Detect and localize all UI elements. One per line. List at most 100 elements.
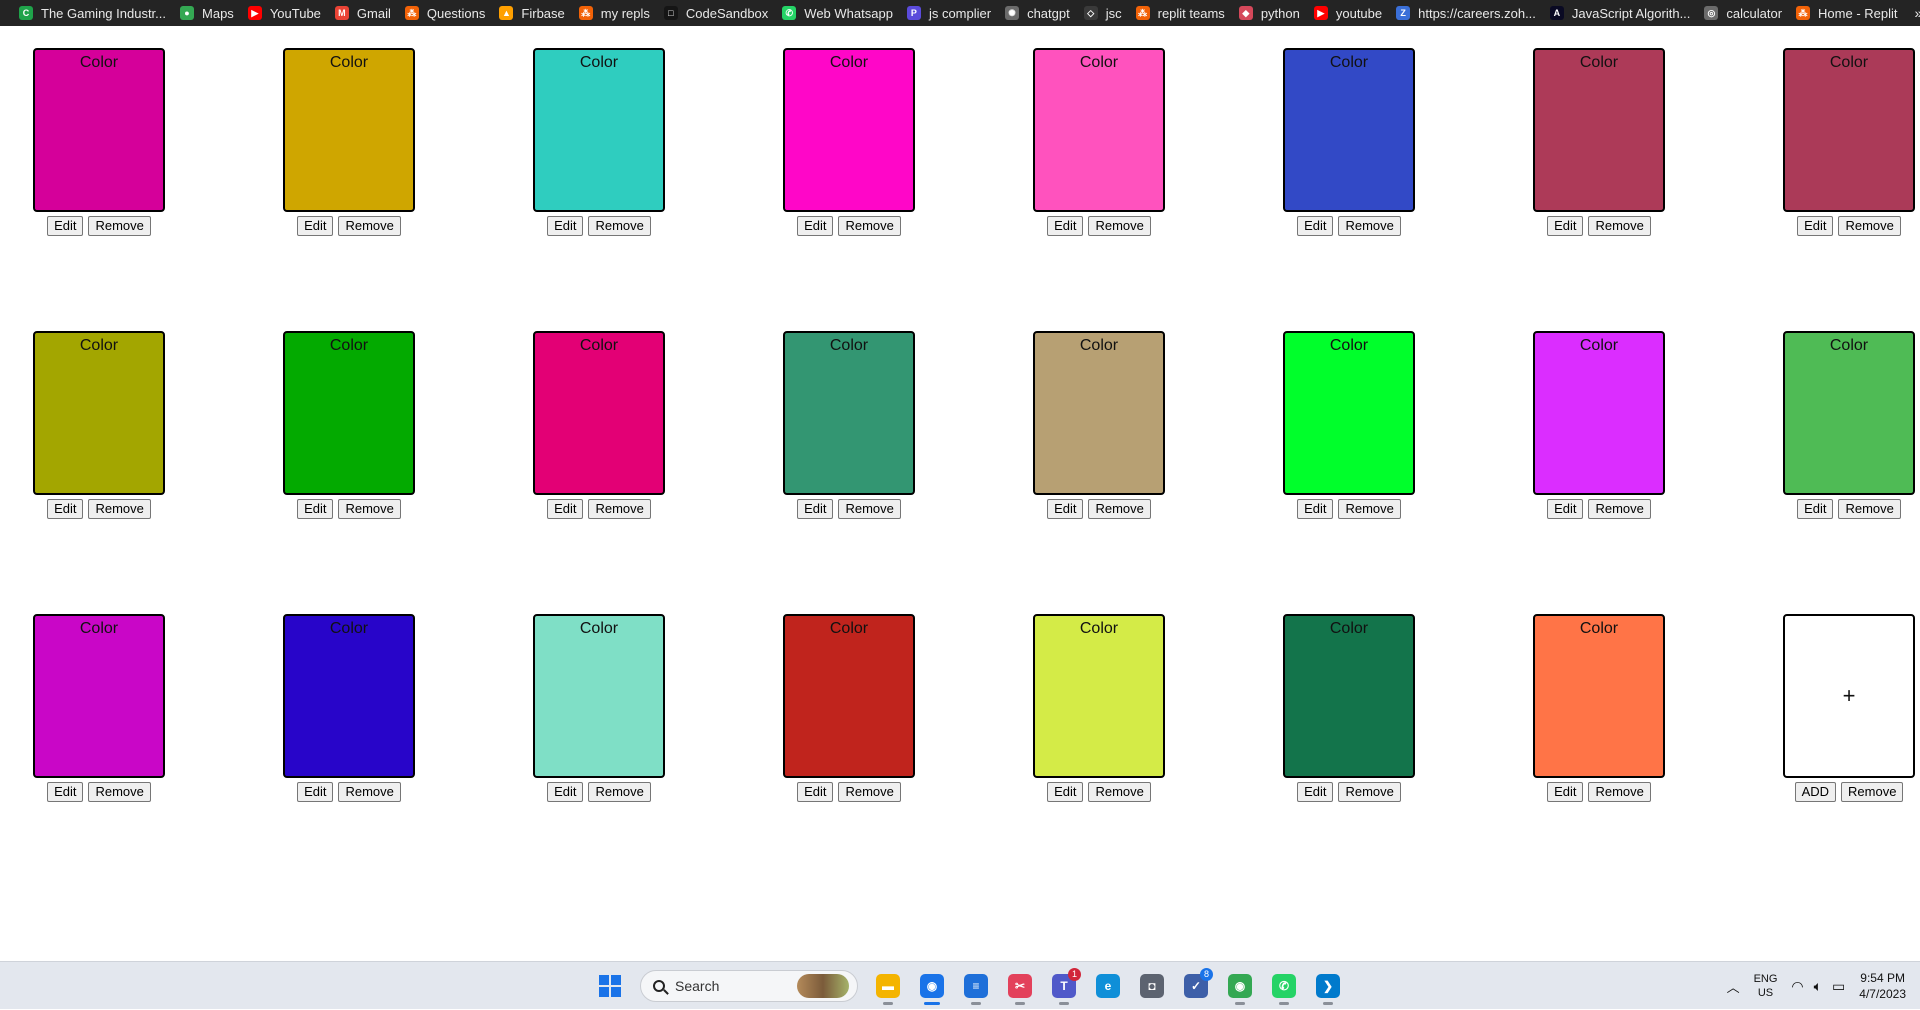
bookmark-item[interactable]: M Gmail — [328, 0, 398, 26]
remove-button[interactable]: Remove — [1338, 782, 1401, 802]
remove-button[interactable]: Remove — [1588, 782, 1651, 802]
color-swatch[interactable]: Color — [1283, 331, 1415, 495]
remove-button[interactable]: Remove — [1088, 499, 1151, 519]
add-color-swatch[interactable]: + — [1783, 614, 1915, 778]
remove-button[interactable]: Remove — [88, 782, 151, 802]
bookmark-item[interactable]: ⁂ Home - Replit — [1789, 0, 1904, 26]
taskbar-app-edge[interactable]: e — [1088, 966, 1128, 1006]
taskbar-app-todo[interactable]: ✓ 8 — [1176, 966, 1216, 1006]
remove-button[interactable]: Remove — [588, 499, 651, 519]
bookmark-item[interactable]: ▶ youtube — [1307, 0, 1389, 26]
edit-button[interactable]: Edit — [1797, 216, 1834, 236]
edit-button[interactable]: Edit — [1047, 782, 1084, 802]
remove-button[interactable]: Remove — [1838, 216, 1901, 236]
edit-button[interactable]: Edit — [547, 782, 584, 802]
edit-button[interactable]: Edit — [297, 499, 334, 519]
remove-button[interactable]: Remove — [338, 216, 401, 236]
bookmark-item[interactable]: ▶ YouTube — [241, 0, 328, 26]
remove-button[interactable]: Remove — [838, 499, 901, 519]
bookmark-item[interactable]: ● Maps — [173, 0, 241, 26]
edit-button[interactable]: Edit — [1047, 216, 1084, 236]
edit-button[interactable]: Edit — [547, 216, 584, 236]
taskbar-app-camera[interactable]: ◘ — [1132, 966, 1172, 1006]
edit-button[interactable]: Edit — [797, 216, 834, 236]
bookmark-item[interactable]: C The Gaming Industr... — [12, 0, 173, 26]
bookmark-item[interactable]: ◆ python — [1232, 0, 1307, 26]
color-swatch[interactable]: Color — [533, 331, 665, 495]
color-swatch[interactable]: Color — [783, 331, 915, 495]
remove-button[interactable]: Remove — [1088, 782, 1151, 802]
remove-button[interactable]: Remove — [88, 499, 151, 519]
remove-button[interactable]: Remove — [1588, 216, 1651, 236]
color-swatch[interactable]: Color — [1533, 331, 1665, 495]
remove-button[interactable]: Remove — [1338, 499, 1401, 519]
bookmark-item[interactable]: ▲ Firbase — [492, 0, 571, 26]
edit-button[interactable]: Edit — [1547, 499, 1584, 519]
edit-button[interactable]: Edit — [47, 782, 84, 802]
color-swatch[interactable]: Color — [283, 48, 415, 212]
edit-button[interactable]: Edit — [297, 216, 334, 236]
bookmark-item[interactable]: A JavaScript Algorith... — [1543, 0, 1698, 26]
remove-button[interactable]: Remove — [838, 216, 901, 236]
color-swatch[interactable]: Color — [1783, 48, 1915, 212]
remove-button[interactable]: Remove — [338, 499, 401, 519]
remove-button[interactable]: Remove — [588, 216, 651, 236]
edit-button[interactable]: Edit — [797, 499, 834, 519]
edit-button[interactable]: Edit — [297, 782, 334, 802]
color-swatch[interactable]: Color — [533, 48, 665, 212]
taskbar-app-snipping-tool[interactable]: ✂ — [1000, 966, 1040, 1006]
remove-button[interactable]: Remove — [1338, 216, 1401, 236]
taskbar-app-vscode[interactable]: ❯ — [1308, 966, 1348, 1006]
edit-button[interactable]: Edit — [1297, 216, 1334, 236]
edit-button[interactable]: Edit — [1297, 782, 1334, 802]
color-swatch[interactable]: Color — [33, 48, 165, 212]
edit-button[interactable]: Edit — [47, 499, 84, 519]
edit-button[interactable]: Edit — [47, 216, 84, 236]
edit-button[interactable]: Edit — [1047, 499, 1084, 519]
bookmark-item[interactable]: ⁂ Questions — [398, 0, 493, 26]
remove-button[interactable]: Remove — [1088, 216, 1151, 236]
taskbar-app-teams[interactable]: T1 — [1044, 966, 1084, 1006]
color-swatch[interactable]: Color — [283, 331, 415, 495]
taskbar-app-notepad[interactable]: ≡ — [956, 966, 996, 1006]
edit-button[interactable]: Edit — [1547, 782, 1584, 802]
bookmark-item[interactable]: ✺ chatgpt — [998, 0, 1077, 26]
bookmark-item[interactable]: Zhttps://careers.zoh... — [1389, 0, 1543, 26]
color-swatch[interactable]: Color — [1033, 614, 1165, 778]
bookmark-item[interactable]: ◎ calculator — [1697, 0, 1789, 26]
remove-button[interactable]: Remove — [588, 782, 651, 802]
color-swatch[interactable]: Color — [1283, 614, 1415, 778]
edit-button[interactable]: Edit — [1297, 499, 1334, 519]
edit-button[interactable]: Edit — [1797, 499, 1834, 519]
show-hidden-icons-chevron-icon[interactable]: ︿ — [1727, 977, 1740, 996]
color-swatch[interactable]: Color — [33, 614, 165, 778]
bookmark-item[interactable]: ⁂ my repls — [572, 0, 657, 26]
taskbar-search-box[interactable]: Search — [640, 970, 858, 1002]
add-button[interactable]: ADD — [1794, 782, 1837, 802]
color-swatch[interactable]: Color — [783, 48, 915, 212]
color-swatch[interactable]: Color — [1033, 331, 1165, 495]
start-button[interactable] — [590, 966, 630, 1006]
language-indicator[interactable]: ENG US — [1754, 972, 1778, 1000]
bookmark-item[interactable]: ✆ Web Whatsapp — [775, 0, 900, 26]
bookmark-item[interactable]: Pjs complier — [900, 0, 998, 26]
bookmark-item[interactable]: ⁂ replit teams — [1129, 0, 1232, 26]
edit-button[interactable]: Edit — [797, 782, 834, 802]
remove-button[interactable]: Remove — [1841, 782, 1904, 802]
taskbar-app-whatsapp[interactable]: ✆ — [1264, 966, 1304, 1006]
taskbar-app-chrome[interactable]: ◉ — [912, 966, 952, 1006]
bookmark-item[interactable]: □ CodeSandbox — [657, 0, 775, 26]
edit-button[interactable]: Edit — [547, 499, 584, 519]
remove-button[interactable]: Remove — [88, 216, 151, 236]
color-swatch[interactable]: Color — [33, 331, 165, 495]
color-swatch[interactable]: Color — [1033, 48, 1165, 212]
color-swatch[interactable]: Color — [783, 614, 915, 778]
color-swatch[interactable]: Color — [533, 614, 665, 778]
taskbar-app-file-explorer[interactable]: ▬ — [868, 966, 908, 1006]
bookmark-item[interactable]: ◇ jsc — [1077, 0, 1129, 26]
quick-settings[interactable]: ◠ 🔈︎ ▭ — [1791, 978, 1845, 995]
remove-button[interactable]: Remove — [1588, 499, 1651, 519]
color-swatch[interactable]: Color — [1533, 48, 1665, 212]
color-swatch[interactable]: Color — [1283, 48, 1415, 212]
taskbar-app-chrome-profile[interactable]: ◉ — [1220, 966, 1260, 1006]
